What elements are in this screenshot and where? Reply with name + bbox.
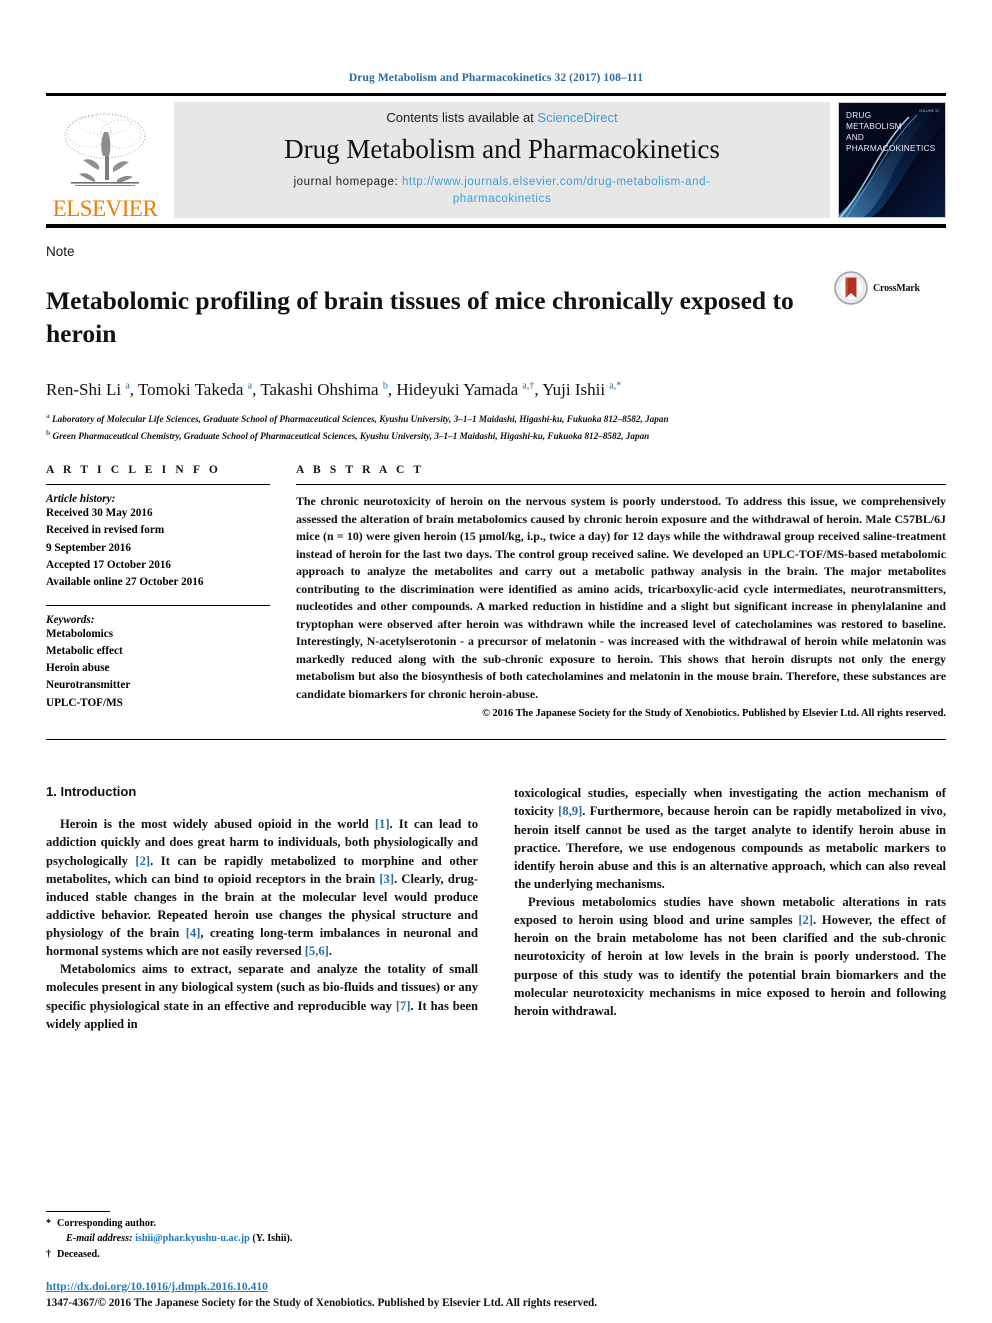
elsevier-tree-icon — [64, 113, 146, 186]
elsevier-logo: ELSEVIER — [46, 96, 164, 224]
keyword-item: UPLC-TOF/MS — [46, 696, 123, 709]
journal-masthead: ELSEVIER Contents lists available at Sci… — [46, 96, 946, 224]
body-column-right: toxicological studies, especially when i… — [514, 784, 946, 1033]
intro-paragraph: Previous metabolomics studies have shown… — [514, 895, 946, 1018]
affiliation-mark-a: a — [46, 411, 50, 421]
cover-title-line-3: PHARMACOKINETICS — [846, 142, 936, 153]
intro-paragraph: Metabolomics aims to extract, separate a… — [46, 962, 478, 1031]
body-separator-rule — [46, 739, 946, 741]
abstract-column: A B S T R A C T The chronic neurotoxicit… — [296, 464, 946, 719]
title-row: Metabolomic profiling of brain tissues o… — [46, 268, 946, 367]
elsevier-wordmark: ELSEVIER — [52, 196, 158, 221]
affiliation-b-text: Green Pharmaceutical Chemistry, Graduate… — [52, 431, 650, 442]
footnote-deceased: † Deceased. — [46, 1247, 476, 1263]
keyword-item: Metabolomics — [46, 627, 114, 640]
affiliation-a: a Laboratory of Molecular Life Sciences,… — [46, 410, 946, 427]
crossmark-label: CrossMark — [873, 282, 920, 294]
email-address-label: E-mail address: — [66, 1233, 133, 1245]
abstract-rule — [296, 484, 946, 486]
footnote-corresponding-author: * Corresponding author. — [46, 1216, 476, 1232]
info-abstract-block: A R T I C L E I N F O Article history: R… — [46, 464, 946, 719]
homepage-label: journal homepage: — [293, 175, 402, 188]
masthead-bottom-rule — [46, 224, 946, 228]
article-info-rule — [46, 484, 270, 486]
keywords-rule — [46, 604, 270, 606]
affiliation-a-text: Laboratory of Molecular Life Sciences, G… — [52, 414, 669, 425]
abstract-text: The chronic neurotoxicity of heroin on t… — [296, 494, 946, 701]
journal-cover-thumbnail: DRUG METABOLISM AND PHARMACOKINETICS VOL… — [838, 102, 946, 218]
journal-homepage-line: journal homepage: http://www.journals.el… — [294, 174, 711, 209]
page-title: Metabolomic profiling of brain tissues o… — [46, 286, 794, 348]
article-page: Drug Metabolism and Pharmacokinetics 32 … — [0, 0, 992, 1323]
cover-title-text: DRUG METABOLISM AND PHARMACOKINETICS — [846, 110, 935, 154]
author-list: Ren-Shi Li a, Tomoki Takeda a, Takashi O… — [46, 380, 622, 400]
article-type-label: Note — [46, 244, 75, 259]
keyword-item: Metabolic effect — [46, 645, 123, 658]
history-item: 9 September 2016 — [46, 541, 131, 554]
abstract-copyright: © 2016 The Japanese Society for the Stud… — [482, 708, 946, 720]
email-owner: (Y. Ishii). — [252, 1233, 293, 1245]
footnote-mark-dagger: † — [46, 1249, 52, 1261]
keyword-item: Neurotransmitter — [46, 679, 131, 692]
footnote-rule — [46, 1210, 110, 1212]
sciencedirect-link[interactable]: ScienceDirect — [537, 110, 617, 125]
footnote-email: E-mail address: ishii@phar.kyushu-u.ac.j… — [46, 1231, 476, 1247]
keywords-label: Keywords: — [46, 613, 95, 626]
email-link[interactable]: ishii@phar.kyushu-u.ac.jp — [135, 1233, 250, 1244]
article-info-heading: A R T I C L E I N F O — [46, 464, 221, 477]
footer-doi-block: http://dx.doi.org/10.1016/j.dmpk.2016.10… — [46, 1277, 946, 1309]
homepage-link-part1[interactable]: http://www.journals.elsevier.com/drug-me… — [402, 176, 710, 188]
contents-prefix: Contents lists available at — [386, 109, 538, 125]
affiliation-b: b Green Pharmaceutical Chemistry, Gradua… — [46, 427, 946, 444]
intro-paragraph: toxicological studies, especially when i… — [514, 786, 946, 891]
history-item: Received in revised form — [46, 524, 165, 537]
cover-title-line-2: AND — [846, 131, 865, 142]
section-title-introduction: 1. Introduction — [46, 784, 137, 800]
affiliations: a Laboratory of Molecular Life Sciences,… — [46, 410, 946, 444]
history-item: Received 30 May 2016 — [46, 507, 153, 520]
doi-link[interactable]: http://dx.doi.org/10.1016/j.dmpk.2016.10… — [46, 1280, 268, 1293]
body-columns: 1. Introduction Heroin is the most widel… — [46, 784, 946, 1033]
article-history-list: Received 30 May 2016 Received in revised… — [46, 505, 270, 591]
journal-band: Contents lists available at ScienceDirec… — [174, 102, 830, 218]
footnote-area: * Corresponding author. E-mail address: … — [46, 1210, 476, 1263]
cover-title-line-1: METABOLISM — [846, 120, 902, 131]
abstract-heading: A B S T R A C T — [296, 464, 425, 477]
issn-copyright-line: 1347-4367/© 2016 The Japanese Society fo… — [46, 1297, 598, 1309]
footnote-corresponding-text: Corresponding author. — [57, 1217, 157, 1229]
cover-volume-label: VOLUME 32 — [918, 109, 939, 113]
footnote-mark-asterisk: * — [46, 1217, 52, 1229]
intro-paragraph: Heroin is the most widely abused opioid … — [46, 817, 478, 959]
running-head: Drug Metabolism and Pharmacokinetics 32 … — [348, 72, 644, 84]
journal-title: Drug Metabolism and Pharmacokinetics — [284, 133, 720, 164]
article-history-label: Article history: — [46, 493, 116, 506]
crossmark-badge[interactable]: CrossMark — [834, 268, 946, 305]
footnote-deceased-text: Deceased. — [57, 1249, 100, 1261]
keyword-item: Heroin abuse — [46, 662, 110, 675]
article-info-column: A R T I C L E I N F O Article history: R… — [46, 464, 296, 719]
history-item: Accepted 17 October 2016 — [46, 558, 172, 571]
body-column-left: 1. Introduction Heroin is the most widel… — [46, 784, 478, 1033]
affiliation-mark-b: b — [46, 428, 51, 438]
keywords-list: Metabolomics Metabolic effect Heroin abu… — [46, 626, 270, 712]
crossmark-icon — [834, 271, 868, 305]
history-item: Available online 27 October 2016 — [46, 575, 204, 588]
homepage-link-part2[interactable]: pharmacokinetics — [453, 193, 551, 205]
contents-available-line: Contents lists available at ScienceDirec… — [386, 110, 617, 125]
